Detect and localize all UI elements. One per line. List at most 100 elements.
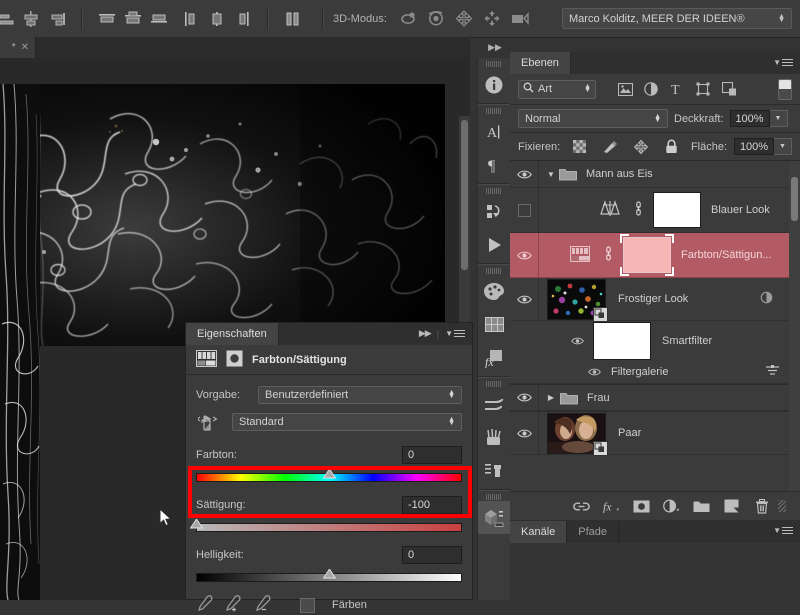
document-tab[interactable]: * ✕ bbox=[0, 37, 36, 58]
collapse-panels-icon[interactable]: ▶▶ bbox=[488, 40, 502, 54]
layers-list[interactable]: ▼ Mann aus Eis Blauer Look bbox=[510, 161, 800, 491]
canvas-scroll-thumb[interactable] bbox=[461, 120, 468, 270]
scale-3d-camera-icon[interactable] bbox=[509, 8, 533, 30]
eyedropper-subtract-icon[interactable] bbox=[254, 595, 273, 615]
lightness-value[interactable]: 0 bbox=[402, 546, 462, 564]
align-left-edges-icon[interactable] bbox=[0, 9, 16, 29]
rotate-3d-object-icon[interactable] bbox=[397, 8, 421, 30]
layer-thumbnail[interactable] bbox=[547, 279, 606, 320]
table-row[interactable]: Blauer Look bbox=[510, 188, 800, 233]
lock-transparent-pixels-icon[interactable] bbox=[567, 136, 591, 158]
layer-visibility-toggle[interactable] bbox=[510, 233, 539, 277]
layers-panel-menu-icon[interactable]: ▼ bbox=[773, 57, 793, 68]
smart-filter-mask-thumbnail[interactable] bbox=[593, 322, 651, 360]
collapse-panel-icon[interactable]: ▶▶ bbox=[419, 328, 431, 339]
roll-3d-object-icon[interactable] bbox=[425, 8, 449, 30]
panel-resize-grip[interactable] bbox=[778, 500, 786, 512]
hue-value[interactable]: 0 bbox=[402, 446, 462, 464]
lock-all-icon[interactable] bbox=[660, 136, 684, 158]
link-mask-icon[interactable] bbox=[602, 246, 614, 264]
filter-pixel-layers-icon[interactable] bbox=[612, 78, 638, 100]
brush-presets-panel-icon[interactable] bbox=[478, 388, 510, 421]
eyedropper-add-icon[interactable] bbox=[224, 595, 243, 615]
tab-eigenschaften[interactable]: Eigenschaften bbox=[186, 323, 279, 345]
bottom-panel-menu-icon[interactable]: ▼ bbox=[773, 525, 793, 536]
link-layers-button[interactable] bbox=[573, 498, 590, 515]
3d-panel-icon[interactable] bbox=[478, 501, 510, 534]
drag-3d-object-icon[interactable] bbox=[453, 8, 477, 30]
workspace-preset-select[interactable]: Marco Kolditz, MEER DER IDEEN® ▲▼ bbox=[562, 8, 792, 29]
layers-scroll-thumb[interactable] bbox=[791, 177, 798, 221]
filter-smart-object-layers-icon[interactable] bbox=[716, 78, 742, 100]
add-layer-mask-button[interactable] bbox=[633, 498, 650, 515]
new-adjustment-layer-button[interactable] bbox=[663, 498, 680, 515]
tab-ebenen[interactable]: Ebenen bbox=[510, 52, 571, 74]
fill-dropdown-arrow[interactable]: ▼ bbox=[774, 138, 792, 155]
saturation-slider[interactable] bbox=[196, 523, 462, 535]
distribute-top-edges-icon[interactable] bbox=[96, 9, 118, 29]
distribute-right-edges-icon[interactable] bbox=[232, 9, 254, 29]
opacity-dropdown-arrow[interactable]: ▼ bbox=[770, 110, 788, 127]
align-right-edges-icon[interactable] bbox=[46, 9, 68, 29]
saturation-value[interactable]: -100 bbox=[402, 496, 462, 514]
layer-visibility-toggle[interactable] bbox=[586, 367, 603, 377]
table-row[interactable]: Paar bbox=[510, 411, 800, 455]
lock-image-pixels-icon[interactable] bbox=[598, 136, 622, 158]
lock-position-icon[interactable] bbox=[629, 136, 653, 158]
timeline-panel-icon[interactable] bbox=[478, 228, 510, 261]
dock-grip-6[interactable] bbox=[486, 494, 502, 500]
character-panel-icon[interactable]: A bbox=[478, 115, 510, 148]
color-panel-icon[interactable] bbox=[478, 275, 510, 308]
new-group-button[interactable] bbox=[693, 498, 710, 515]
table-row[interactable]: ▶ Frau bbox=[510, 384, 800, 411]
layer-mask-thumbnail[interactable] bbox=[653, 192, 701, 228]
lightness-slider-thumb[interactable] bbox=[323, 569, 336, 579]
distribute-bottom-edges-icon[interactable] bbox=[148, 9, 170, 29]
table-row[interactable]: Farbton/Sättigun... bbox=[510, 233, 800, 278]
layer-visibility-toggle[interactable] bbox=[569, 336, 586, 346]
eyedropper-icon[interactable] bbox=[196, 595, 213, 615]
info-panel-icon[interactable] bbox=[478, 68, 510, 101]
table-row[interactable]: Filtergalerie bbox=[510, 361, 800, 384]
filter-type-layers-icon[interactable]: T bbox=[664, 78, 690, 100]
fill-value[interactable]: 100% bbox=[734, 138, 774, 155]
group-disclosure-triangle[interactable]: ▶ bbox=[546, 393, 556, 402]
layer-thumbnail[interactable] bbox=[547, 413, 606, 454]
saturation-slider-thumb[interactable] bbox=[190, 519, 203, 529]
brush-panel-icon[interactable] bbox=[478, 421, 510, 454]
layer-visibility-toggle[interactable] bbox=[510, 278, 539, 320]
opacity-value[interactable]: 100% bbox=[730, 110, 770, 127]
filter-kind-select[interactable]: Art ▲▼ bbox=[518, 80, 596, 99]
layer-style-button[interactable]: fx bbox=[603, 498, 620, 515]
layer-visibility-toggle[interactable] bbox=[510, 385, 539, 410]
distribute-left-edges-icon[interactable] bbox=[180, 9, 202, 29]
smart-filter-indicator-icon[interactable] bbox=[759, 291, 774, 307]
link-mask-icon[interactable] bbox=[632, 201, 644, 219]
styles-panel-icon[interactable]: fx bbox=[478, 341, 510, 374]
actions-panel-icon[interactable] bbox=[478, 195, 510, 228]
new-layer-button[interactable] bbox=[723, 498, 740, 515]
clone-source-panel-icon[interactable] bbox=[478, 454, 510, 487]
clip-to-layer-icon[interactable] bbox=[226, 350, 243, 370]
delete-layer-button[interactable] bbox=[753, 498, 770, 515]
artboard[interactable] bbox=[0, 84, 445, 346]
paragraph-panel-icon[interactable]: ¶ bbox=[478, 148, 510, 181]
distribute-horizontal-centers-icon[interactable] bbox=[206, 9, 228, 29]
table-row[interactable]: ▼ Mann aus Eis bbox=[510, 161, 800, 188]
align-horizontal-centers-icon[interactable] bbox=[20, 9, 42, 29]
channel-select[interactable]: Standard ▲▼ bbox=[232, 413, 462, 431]
filter-adjustment-layers-icon[interactable] bbox=[638, 78, 664, 100]
auto-align-layers-icon[interactable] bbox=[282, 9, 304, 29]
filter-shape-layers-icon[interactable] bbox=[690, 78, 716, 100]
layer-visibility-toggle[interactable] bbox=[510, 412, 539, 454]
filter-blending-options-icon[interactable] bbox=[765, 364, 780, 380]
layer-mask-thumbnail[interactable] bbox=[623, 237, 671, 273]
layer-visibility-toggle[interactable] bbox=[510, 188, 539, 232]
dock-grip[interactable] bbox=[486, 61, 502, 67]
slide-3d-object-icon[interactable] bbox=[481, 8, 505, 30]
distribute-vertical-centers-icon[interactable] bbox=[122, 9, 144, 29]
targeted-adjustment-tool-icon[interactable] bbox=[196, 412, 222, 432]
blend-mode-select[interactable]: Normal ▲▼ bbox=[518, 109, 668, 128]
hue-slider-thumb[interactable] bbox=[323, 469, 336, 479]
panel-menu-icon[interactable]: ▼ bbox=[445, 328, 465, 339]
